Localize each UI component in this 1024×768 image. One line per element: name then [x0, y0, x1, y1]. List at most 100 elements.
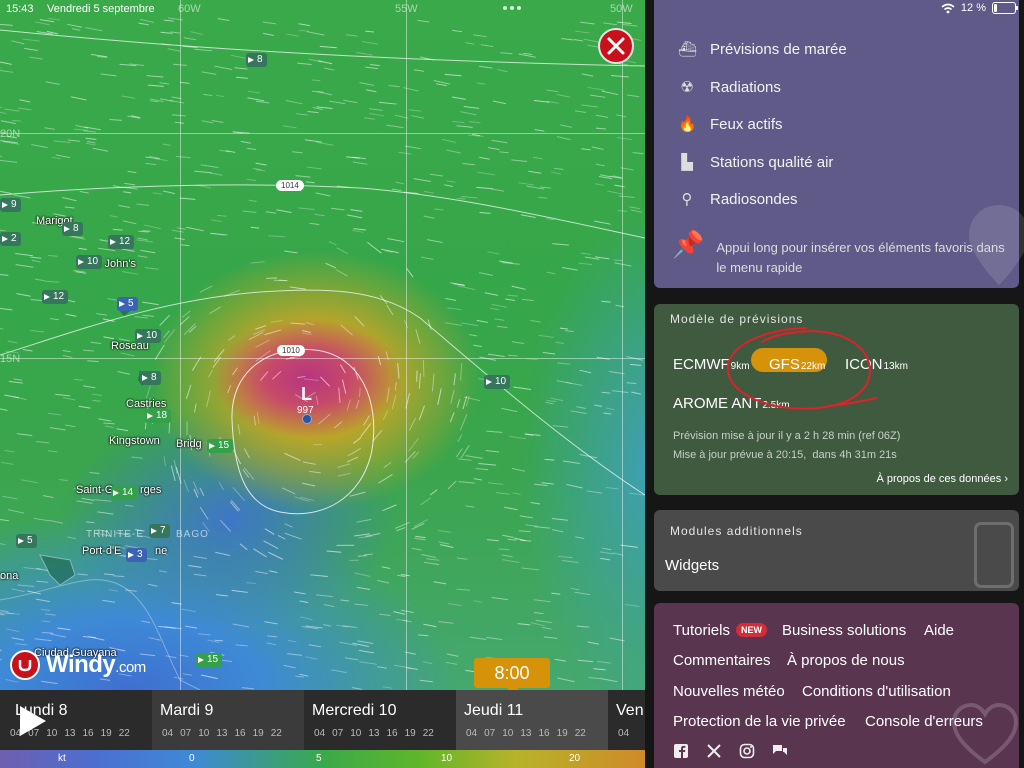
about-data-link[interactable]: À propos de ces données › — [877, 473, 1009, 485]
link-business[interactable]: Business solutions — [782, 622, 906, 639]
timeline-hour[interactable]: 22 — [271, 728, 282, 739]
link-terms[interactable]: Conditions d'utilisation — [802, 683, 951, 700]
link-weather-news[interactable]: Nouvelles météo — [673, 683, 785, 700]
wind-arrow-icon — [142, 375, 148, 381]
windy-logo-text: Windy.com — [46, 651, 146, 678]
timeline-hour[interactable]: 13 — [368, 728, 379, 739]
timeline-hour[interactable]: 19 — [405, 728, 416, 739]
timeline-hour[interactable]: 10 — [46, 728, 57, 739]
timeline-hour[interactable]: 22 — [575, 728, 586, 739]
timeline-hour[interactable]: 04 — [314, 728, 325, 739]
wind-station[interactable]: 3 — [126, 548, 147, 562]
timeline-hour[interactable]: 07 — [332, 728, 343, 739]
wind-station[interactable]: 18 — [145, 409, 172, 423]
layer-tides[interactable]: ⛴ Prévisions de marée — [678, 40, 847, 59]
timeline-hour[interactable]: 19 — [557, 728, 568, 739]
wind-arrow-icon — [113, 490, 119, 496]
layer-radiosondes[interactable]: ⚲ Radiosondes — [678, 190, 798, 209]
model-next-update: Mise à jour prévue à 20:15, dans 4h 31m … — [673, 449, 897, 461]
wind-station[interactable]: 8 — [62, 222, 83, 236]
wind-station[interactable]: 12 — [42, 290, 69, 304]
wind-arrow-icon — [110, 239, 116, 245]
close-button[interactable] — [598, 28, 634, 64]
region-trinidad: TRINITE-E — [86, 529, 144, 540]
timeline-hour[interactable]: 13 — [216, 728, 227, 739]
timeline-day[interactable]: Ven 04 — [608, 690, 645, 750]
layer-air-quality[interactable]: ▙ Stations qualité air — [678, 153, 833, 172]
modules-title: Modules additionnels — [670, 524, 803, 538]
factory-icon: ▙ — [681, 154, 693, 171]
timeline-hour[interactable]: 07 — [180, 728, 191, 739]
timeline-bar[interactable]: Lundi 8 04 07 10 13 16 19 22 Mardi 9 04 07 10 13 16 19… — [0, 690, 645, 750]
wind-station[interactable]: 8 — [140, 371, 161, 385]
chevron-right-icon: › — [1004, 473, 1008, 485]
chat-icon[interactable] — [772, 743, 788, 759]
wind-station[interactable]: 9 — [0, 198, 21, 212]
wind-speed: 2 — [11, 233, 17, 244]
link-about-us[interactable]: À propos de nous — [787, 652, 905, 669]
timeline-hour[interactable]: 16 — [387, 728, 398, 739]
wind-speed: 10 — [87, 256, 99, 267]
timeline-hour[interactable]: 07 — [484, 728, 495, 739]
windy-logo[interactable]: Windy.com — [10, 650, 146, 680]
wind-station[interactable]: 15 — [196, 653, 223, 667]
timeline-hour[interactable]: 19 — [101, 728, 112, 739]
timeline-hour[interactable]: 10 — [502, 728, 513, 739]
timeline-hour[interactable]: 16 — [235, 728, 246, 739]
place-saint-georges: Saint-G — [76, 484, 114, 496]
wind-station[interactable]: 5 — [16, 534, 37, 548]
timeline-hour[interactable]: 04 — [618, 728, 629, 739]
link-comments[interactable]: Commentaires — [673, 652, 771, 669]
timeline-hour[interactable]: 19 — [253, 728, 264, 739]
instagram-icon[interactable] — [739, 743, 755, 759]
timeline-day[interactable]: Jeudi 11 04 07 10 13 16 19 22 — [456, 690, 608, 750]
annotation-circle — [726, 327, 877, 410]
wind-station[interactable]: 12 — [108, 235, 135, 249]
play-icon[interactable] — [20, 706, 46, 736]
wind-arrow-icon — [2, 202, 8, 208]
wind-station[interactable]: 10 — [484, 375, 511, 389]
x-icon[interactable] — [706, 743, 722, 759]
link-tutorials[interactable]: Tutoriels — [673, 622, 730, 639]
timeline-hour[interactable]: 16 — [83, 728, 94, 739]
wind-station[interactable]: 8 — [246, 53, 267, 67]
wind-station[interactable]: 10 — [135, 329, 162, 343]
wind-station[interactable]: 15 — [207, 439, 234, 453]
timeline-hour[interactable]: 22 — [423, 728, 434, 739]
weather-map[interactable]: 60W 55W 50W 20N 15N Marigot St. John's R… — [0, 0, 645, 768]
scale-tick-5: 5 — [316, 753, 322, 764]
timeline-hour[interactable]: 16 — [539, 728, 550, 739]
low-pressure-marker[interactable]: L — [301, 384, 312, 405]
current-time-bubble[interactable]: 8:00 — [474, 658, 550, 695]
layer-radiation[interactable]: ☢ Radiations — [678, 78, 781, 97]
wind-station[interactable]: 10 — [76, 255, 103, 269]
link-help[interactable]: Aide — [924, 622, 954, 639]
timeline-hour[interactable]: 04 — [162, 728, 173, 739]
wind-station[interactable]: 2 — [0, 232, 21, 246]
multitasking-dots[interactable] — [503, 6, 521, 10]
timeline-hour[interactable]: 10 — [198, 728, 209, 739]
timeline-hour[interactable]: 13 — [520, 728, 531, 739]
timeline-hour[interactable]: 10 — [350, 728, 361, 739]
status-indicators: 12 % — [941, 2, 1018, 14]
wind-station[interactable]: 14 — [111, 486, 138, 500]
fire-icon: 🔥 — [678, 116, 697, 133]
wind-speed: 8 — [151, 372, 157, 383]
timeline-hour[interactable]: 13 — [64, 728, 75, 739]
modules-card: Modules additionnels — [654, 510, 1019, 591]
link-privacy[interactable]: Protection de la vie privée — [673, 713, 846, 730]
wifi-icon — [941, 3, 955, 13]
layer-active-fires[interactable]: 🔥 Feux actifs — [678, 115, 783, 134]
timeline-day[interactable]: Mercredi 10 04 07 10 13 16 19 22 — [304, 690, 456, 750]
timeline-hour[interactable]: 22 — [119, 728, 130, 739]
timeline-day[interactable]: Mardi 9 04 07 10 13 16 19 22 — [152, 690, 304, 750]
wind-speed: 8 — [257, 54, 263, 65]
place-saint-georges-end: rges — [140, 484, 162, 496]
scale-unit: kt — [58, 753, 66, 764]
facebook-icon[interactable] — [673, 743, 689, 759]
wind-station[interactable]: 5 — [117, 297, 138, 311]
timeline-hour[interactable]: 04 — [466, 728, 477, 739]
wind-station[interactable]: 7 — [149, 524, 170, 538]
widgets-link[interactable]: Widgets — [665, 557, 719, 574]
wind-speed: 9 — [11, 199, 17, 210]
